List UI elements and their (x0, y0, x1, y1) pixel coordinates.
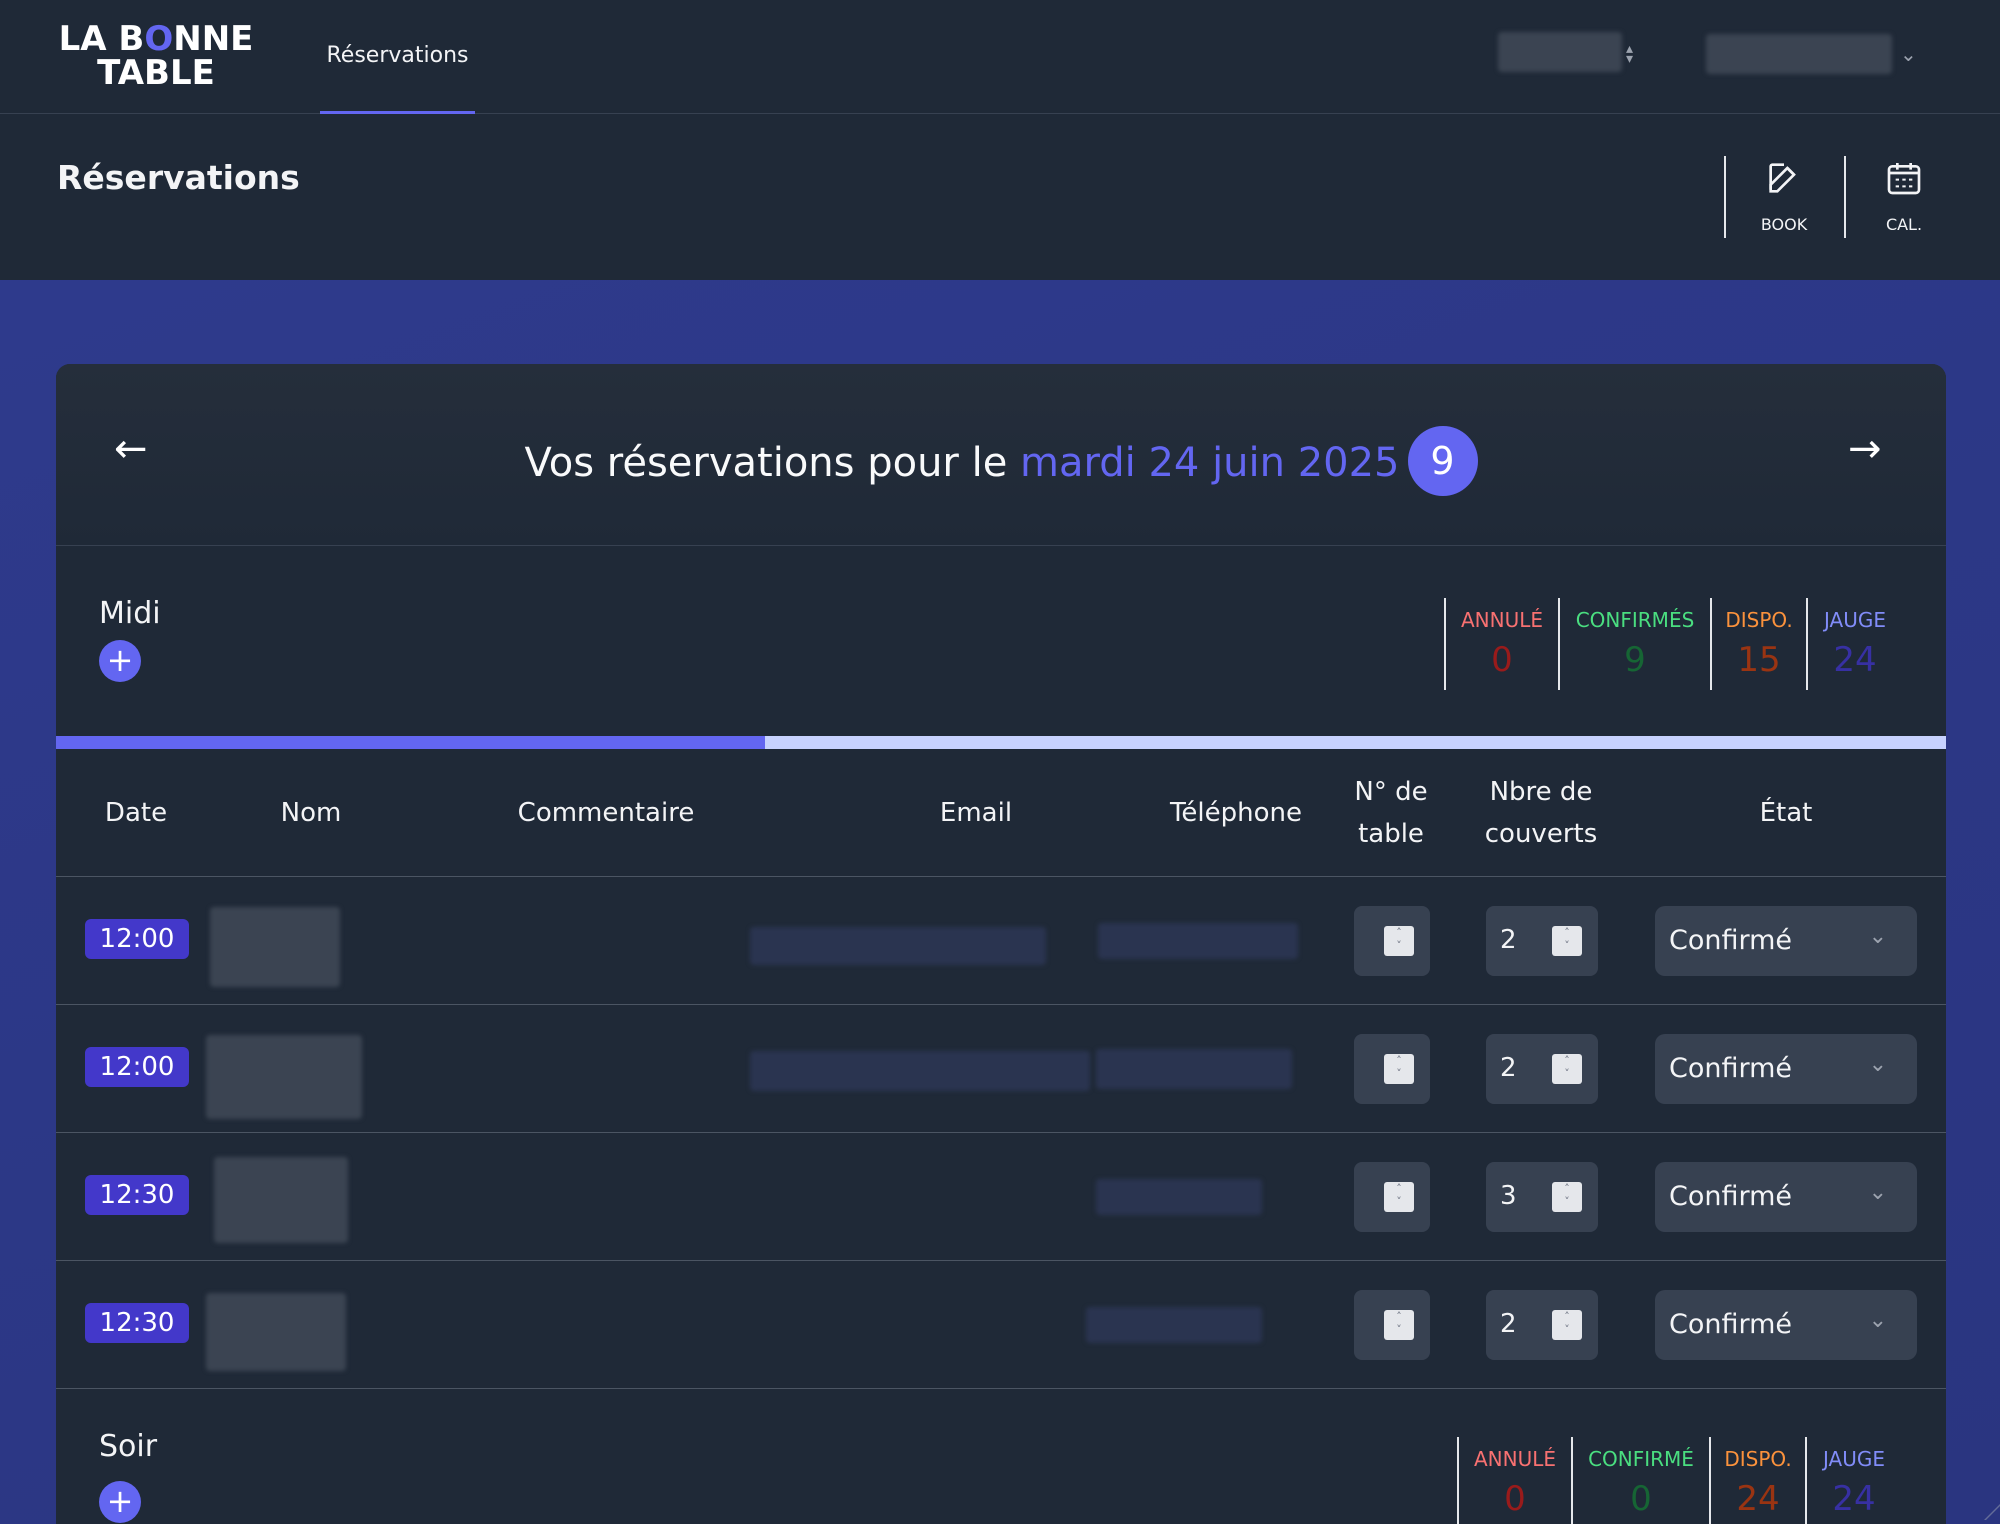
reservation-count-badge: 9 (1407, 426, 1478, 496)
book-label: BOOK (1760, 215, 1808, 234)
name-cell (210, 907, 340, 987)
col-date: Date (104, 798, 168, 828)
table-row[interactable]: 12:30 ˄ ˅ 3 ˄ ˅ Confirmé ⌄ (56, 1133, 1946, 1261)
phone-cell (1096, 1179, 1262, 1215)
couverts-value: 2 (1500, 925, 1517, 955)
state-select[interactable]: Confirmé ⌄ (1655, 906, 1917, 976)
couverts-value: 3 (1500, 1181, 1517, 1211)
next-day-button[interactable]: → (1848, 426, 1882, 472)
capacity-progress-fill (56, 736, 765, 749)
reservations-card: ← Vos réservations pour le mardi 24 juin… (56, 364, 1946, 1524)
chevron-down-icon[interactable]: ⌄ (1900, 42, 1917, 66)
state-value: Confirmé (1669, 1053, 1793, 1084)
phone-cell (1086, 1307, 1262, 1343)
col-telephone: Téléphone (1169, 798, 1303, 828)
page-header: Réservations BOOK CAL. (0, 114, 2000, 280)
time-badge: 12:30 (85, 1303, 189, 1343)
pencil-square-icon (1769, 163, 1796, 193)
stepper-icon[interactable]: ˄ ˅ (1552, 1054, 1582, 1084)
stat-confirmes: CONFIRMÉS 9 (1558, 598, 1710, 690)
col-commentaire: Commentaire (517, 798, 695, 828)
chevron-down-icon: ⌄ (1868, 924, 1887, 949)
chevron-down-icon: ⌄ (1868, 1180, 1887, 1205)
col-nom: Nom (280, 798, 342, 828)
col-email: Email (939, 798, 1013, 828)
table-number-input[interactable]: ˄ ˅ (1354, 1290, 1430, 1360)
stat-dispo: DISPO. 24 (1709, 1437, 1805, 1524)
couverts-input[interactable]: 3 ˄ ˅ (1486, 1162, 1598, 1232)
table-number-input[interactable]: ˄ ˅ (1354, 906, 1430, 976)
stat-annule: ANNULÉ 0 (1444, 598, 1558, 690)
state-value: Confirmé (1669, 1181, 1793, 1212)
couverts-input[interactable]: 2 ˄ ˅ (1486, 1034, 1598, 1104)
card-header: ← Vos réservations pour le mardi 24 juin… (56, 364, 1946, 546)
updown-icon[interactable]: ▴ ▾ (1626, 42, 1633, 66)
chevron-down-icon: ⌄ (1868, 1052, 1887, 1077)
table-header: Date Nom Commentaire Email Téléphone N° … (56, 749, 1946, 877)
stat-jauge: JAUGE 24 (1805, 1437, 1901, 1524)
table-number-input[interactable]: ˄ ˅ (1354, 1034, 1430, 1104)
add-reservation-button[interactable]: + (99, 640, 141, 682)
logo-line-2: TABLE (97, 53, 215, 93)
table-row[interactable]: 12:00 ˄ ˅ 2 ˄ ˅ Confirmé ⌄ (56, 1005, 1946, 1133)
logo-line-1: LA BONNE (58, 19, 254, 59)
restaurant-select[interactable] (1498, 32, 1622, 72)
stepper-icon[interactable]: ˄ ˅ (1552, 926, 1582, 956)
table-row[interactable]: 12:00 ˄ ˅ 2 ˄ ˅ Confirmé ⌄ (56, 877, 1946, 1005)
service-name: Midi (99, 596, 161, 631)
col-etat: État (1759, 798, 1813, 828)
calendar-icon (1887, 163, 1921, 195)
name-cell (206, 1035, 362, 1119)
stepper-icon[interactable]: ˄ ˅ (1384, 1182, 1414, 1212)
col-table-no: N° de table (1354, 777, 1428, 849)
service-midi: Midi + ANNULÉ 0 CONFIRMÉS 9 DISPO. 15 JAUGE… (56, 546, 1946, 736)
stepper-icon[interactable]: ˄ ˅ (1552, 1310, 1582, 1340)
book-button[interactable]: BOOK (1724, 156, 1842, 238)
state-select[interactable]: Confirmé ⌄ (1655, 1290, 1917, 1360)
col-couverts: Nbre de couverts (1484, 777, 1598, 849)
table-row[interactable]: 12:30 ˄ ˅ 2 ˄ ˅ Confirmé ⌄ (56, 1261, 1946, 1389)
stat-confirme: CONFIRMÉ 0 (1571, 1437, 1709, 1524)
couverts-input[interactable]: 2 ˄ ˅ (1486, 1290, 1598, 1360)
stepper-icon[interactable]: ˄ ˅ (1384, 926, 1414, 956)
stepper-icon[interactable]: ˄ ˅ (1552, 1182, 1582, 1212)
email-cell (750, 1051, 1090, 1091)
reservations-headline: Vos réservations pour le mardi 24 juin 2… (56, 426, 1946, 500)
phone-cell (1096, 1049, 1292, 1089)
time-badge: 12:00 (85, 919, 189, 959)
email-cell (750, 927, 1046, 965)
add-reservation-button[interactable]: + (99, 1481, 141, 1523)
service-soir: Soir + ANNULÉ 0 CONFIRMÉ 0 DISPO. 24 JAUGE 2… (56, 1389, 1946, 1524)
couverts-input[interactable]: 2 ˄ ˅ (1486, 906, 1598, 976)
capacity-progress-bar (56, 736, 1946, 749)
tab-reservations[interactable]: Réservations (320, 0, 475, 114)
headline-date[interactable]: mardi 24 juin 2025 (1020, 440, 1400, 486)
state-value: Confirmé (1669, 925, 1793, 956)
stat-jauge: JAUGE 24 (1806, 598, 1902, 690)
cal-label: CAL. (1885, 215, 1923, 234)
headline-prefix: Vos réservations pour le (524, 440, 1021, 486)
user-menu[interactable] (1706, 34, 1892, 74)
couverts-value: 2 (1500, 1309, 1517, 1339)
state-select[interactable]: Confirmé ⌄ (1655, 1162, 1917, 1232)
stepper-icon[interactable]: ˄ ˅ (1384, 1310, 1414, 1340)
top-navbar: LA BONNE TABLE Réservations ▴ ▾ ⌄ (0, 0, 2000, 114)
stepper-icon[interactable]: ˄ ˅ (1384, 1054, 1414, 1084)
name-cell (214, 1157, 348, 1243)
phone-cell (1098, 923, 1298, 959)
time-badge: 12:30 (85, 1175, 189, 1215)
logo[interactable]: LA BONNE TABLE (56, 22, 256, 90)
state-select[interactable]: Confirmé ⌄ (1655, 1034, 1917, 1104)
service-name: Soir (99, 1429, 158, 1464)
state-value: Confirmé (1669, 1309, 1793, 1340)
time-badge: 12:00 (85, 1047, 189, 1087)
chevron-down-icon: ⌄ (1868, 1308, 1887, 1333)
couverts-value: 2 (1500, 1053, 1517, 1083)
calendar-button[interactable]: CAL. (1844, 156, 1962, 238)
name-cell (206, 1293, 346, 1371)
stat-annule: ANNULÉ 0 (1457, 1437, 1571, 1524)
page-title: Réservations (57, 158, 300, 197)
stat-dispo: DISPO. 15 (1710, 598, 1806, 690)
table-number-input[interactable]: ˄ ˅ (1354, 1162, 1430, 1232)
